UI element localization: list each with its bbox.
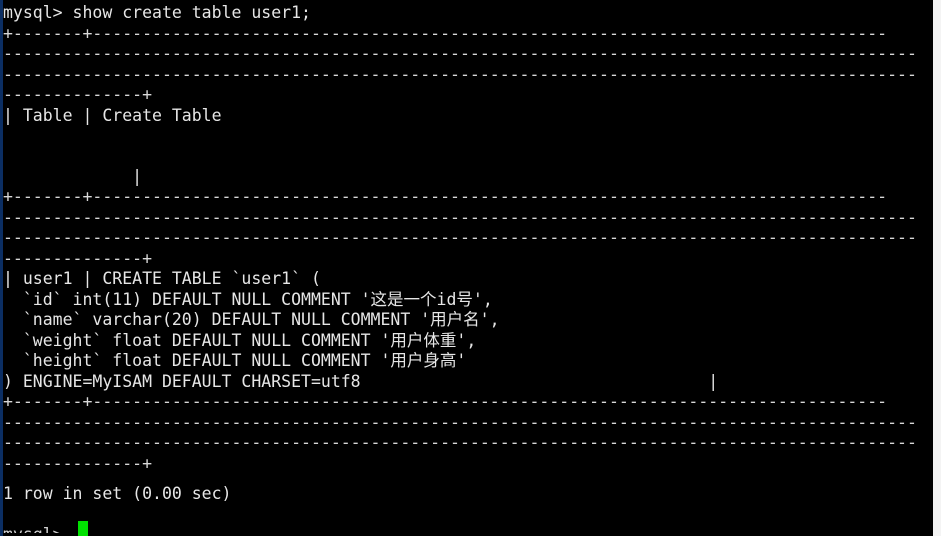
sql-column-height: `height` float DEFAULT NULL COMMENT '用户身… bbox=[3, 351, 467, 370]
table-separator-mid-4: --------------+ bbox=[3, 248, 153, 268]
table-separator-top-1: +-------+-------------------------------… bbox=[3, 23, 888, 43]
table-separator-top-2: ----------------------------------------… bbox=[3, 44, 917, 63]
sql-engine-line: ) ENGINE=MyISAM DEFAULT CHARSET=utf8 | bbox=[3, 371, 719, 391]
command-line: mysql> show create table user1; bbox=[3, 3, 311, 22]
table-header-row: | Table | Create Table bbox=[3, 105, 222, 125]
sql-column-weight: `weight` float DEFAULT NULL COMMENT '用户体… bbox=[3, 330, 477, 350]
status-line: 1 row in set (0.00 sec) bbox=[3, 484, 232, 503]
sql-create-table-line: | user1 | CREATE TABLE `user1` ( bbox=[3, 269, 321, 288]
table-separator-bottom-1: +-------+-------------------------------… bbox=[3, 392, 888, 411]
table-separator-bottom-3: ----------------------------------------… bbox=[3, 433, 917, 452]
mysql-terminal-window[interactable]: mysql> show create table user1; +-------… bbox=[0, 0, 941, 536]
vertical-scrollbar-track[interactable] bbox=[933, 0, 941, 536]
table-separator-bottom-2: ----------------------------------------… bbox=[3, 412, 917, 432]
vertical-scrollbar-thumb[interactable] bbox=[933, 0, 941, 536]
table-header-wrap-pipe: | bbox=[3, 166, 143, 186]
terminal-screen[interactable]: mysql> show create table user1; +-------… bbox=[3, 0, 933, 536]
sql-column-name: `name` varchar(20) DEFAULT NULL COMMENT … bbox=[3, 310, 500, 329]
table-separator-mid-2: ----------------------------------------… bbox=[3, 207, 917, 227]
table-separator-top-4: --------------+ bbox=[3, 85, 153, 104]
table-separator-mid-3: ----------------------------------------… bbox=[3, 228, 917, 247]
table-separator-bottom-4: --------------+ bbox=[3, 453, 153, 473]
block-cursor bbox=[78, 521, 88, 536]
next-prompt-clipped: mysql> bbox=[3, 525, 63, 533]
table-separator-mid-1: +-------+-------------------------------… bbox=[3, 187, 888, 206]
sql-column-id: `id` int(11) DEFAULT NULL COMMENT '这是一个i… bbox=[3, 289, 493, 309]
table-separator-top-3: ----------------------------------------… bbox=[3, 64, 917, 84]
